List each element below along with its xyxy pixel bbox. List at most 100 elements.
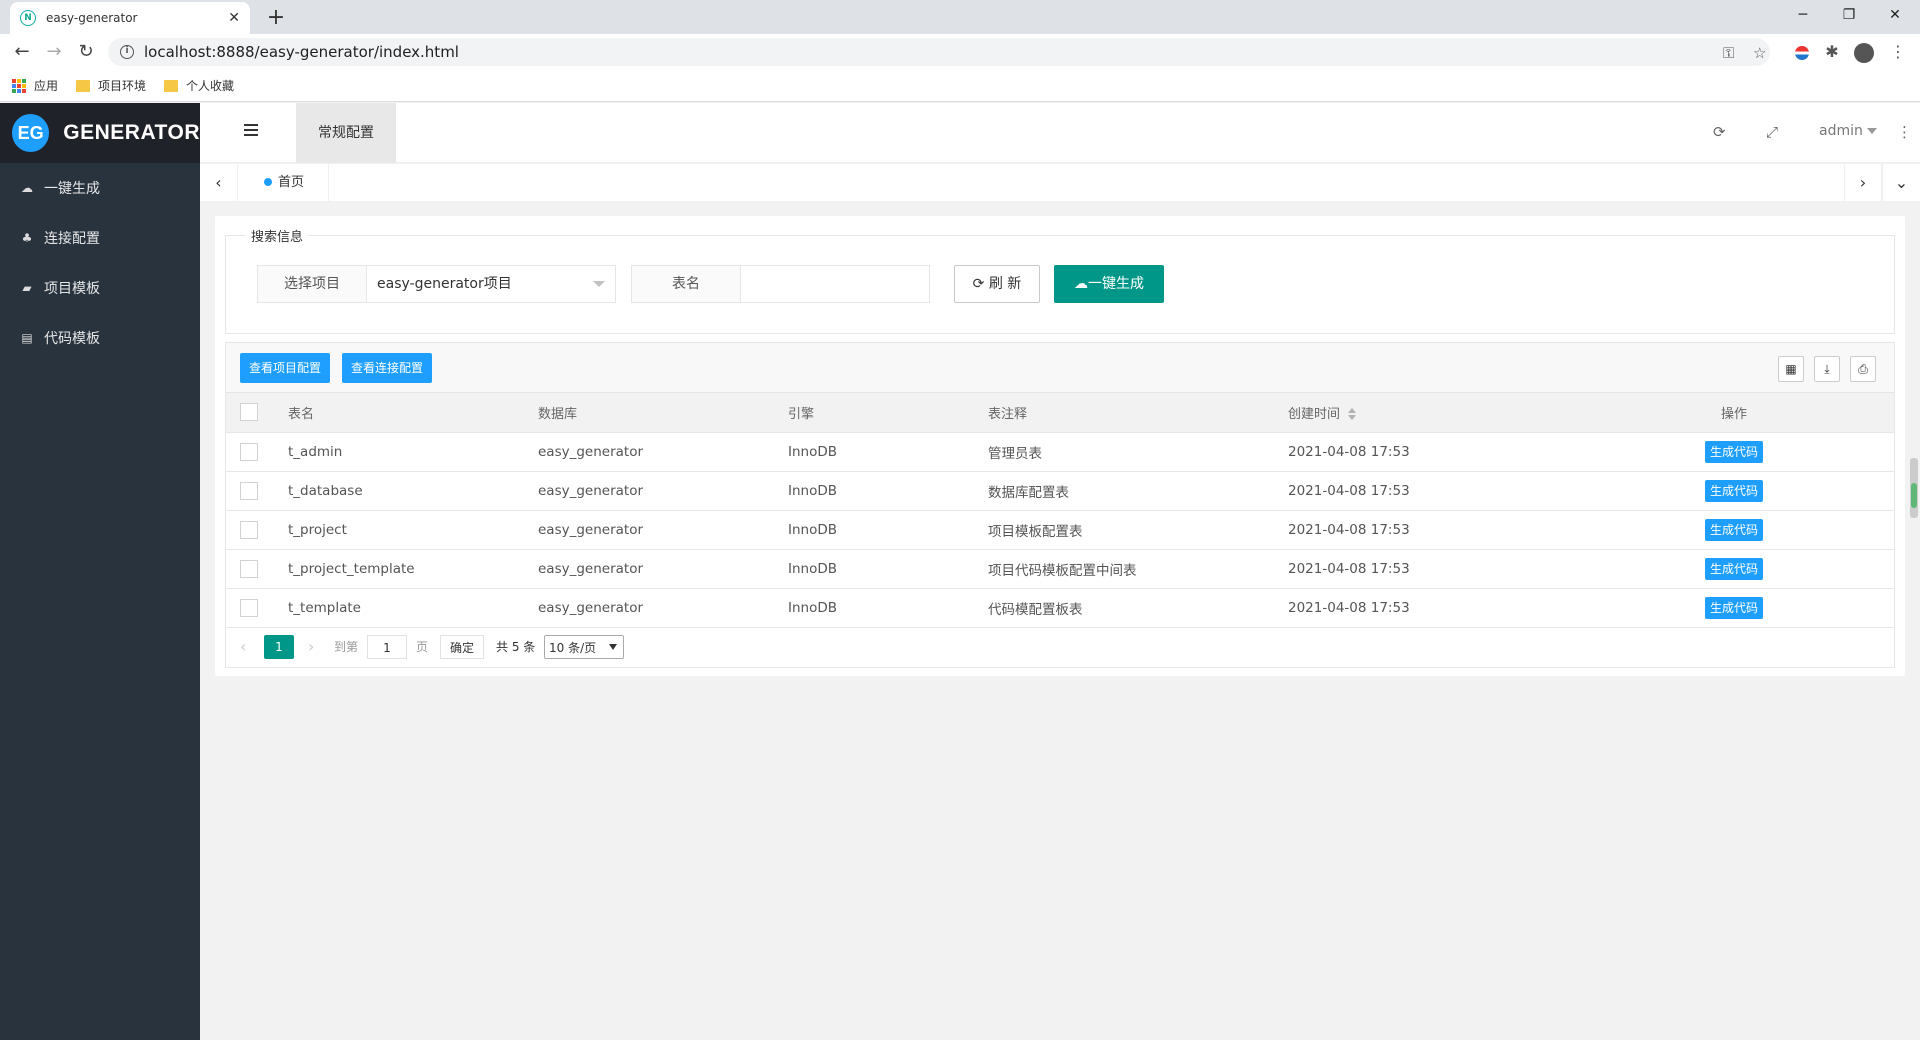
page-unit-label: 页 bbox=[416, 639, 429, 654]
bookmark-apps[interactable]: 应用 bbox=[12, 77, 58, 94]
tabs-scroll-right-icon[interactable]: › bbox=[1844, 164, 1882, 202]
current-page[interactable]: 1 bbox=[264, 634, 294, 659]
table-cell: InnoDB bbox=[774, 588, 974, 628]
key-icon[interactable]: ⚿ bbox=[1723, 44, 1734, 62]
table-name-label: 表名 bbox=[631, 265, 741, 303]
nav-tab-general-config[interactable]: 常规配置 bbox=[296, 103, 396, 163]
sidebar-item-project-template[interactable]: ▰ 项目模板 bbox=[0, 263, 200, 313]
tab-close-icon[interactable]: ✕ bbox=[228, 10, 240, 26]
generate-code-button[interactable]: 生成代码 bbox=[1704, 440, 1763, 463]
generate-code-button[interactable]: 生成代码 bbox=[1704, 479, 1763, 502]
menu-toggle-icon[interactable] bbox=[244, 124, 258, 138]
bookmark-folder-personal[interactable]: 个人收藏 bbox=[164, 77, 234, 94]
logo[interactable]: EG GENERATOR bbox=[0, 103, 200, 163]
goto-page-input[interactable]: 1 bbox=[367, 634, 407, 659]
table-cell: 数据库配置表 bbox=[974, 471, 1274, 511]
goto-confirm-button[interactable]: 确定 bbox=[440, 634, 485, 659]
sort-icon[interactable] bbox=[1348, 408, 1357, 421]
column-header: 操作 bbox=[1574, 393, 1894, 433]
table-cell: InnoDB bbox=[774, 510, 974, 550]
fullscreen-icon[interactable]: ⤢ bbox=[1766, 123, 1778, 141]
column-header: 表注释 bbox=[974, 393, 1274, 433]
table-name-input[interactable] bbox=[740, 265, 930, 303]
logo-badge: EG bbox=[12, 114, 50, 152]
action-cell: 生成代码 bbox=[1574, 510, 1894, 550]
search-legend: 搜索信息 bbox=[251, 230, 304, 245]
tab-home[interactable]: 首页 bbox=[238, 164, 330, 202]
profile-icon[interactable] bbox=[1852, 40, 1876, 64]
sidebar-item-connection[interactable]: ♣ 连接配置 bbox=[0, 213, 200, 263]
table-row: t_project easy_generator InnoDB 项目模板配置表 … bbox=[226, 510, 1894, 550]
refresh-icon[interactable]: ⟳ bbox=[1713, 123, 1726, 141]
column-header-label: 创建时间 bbox=[1288, 406, 1341, 422]
user-menu[interactable]: admin bbox=[1819, 123, 1877, 139]
window-close-icon[interactable]: ✕ bbox=[1872, 0, 1918, 30]
generate-code-button[interactable]: 生成代码 bbox=[1704, 596, 1763, 619]
address-bar[interactable]: i localhost:8888/easy-generator/index.ht… bbox=[108, 38, 1770, 66]
extension-flag-icon[interactable] bbox=[1790, 40, 1814, 64]
extensions-puzzle-icon[interactable]: ✱ bbox=[1820, 40, 1844, 64]
header: 常规配置 ⟳ ⤢ admin ⋮ bbox=[200, 103, 1920, 163]
row-checkbox-cell bbox=[226, 588, 274, 628]
refresh-icon: ⟳ bbox=[972, 276, 985, 292]
columns-filter-icon[interactable]: ▦ bbox=[1778, 356, 1804, 382]
bookmark-star-icon[interactable]: ☆ bbox=[1753, 44, 1766, 62]
forward-icon[interactable]: → bbox=[40, 38, 68, 66]
more-vertical-icon[interactable]: ⋮ bbox=[1897, 123, 1912, 141]
row-checkbox[interactable] bbox=[240, 481, 258, 500]
sidebar-item-generate[interactable]: ☁ 一键生成 bbox=[0, 163, 200, 213]
table-cell: easy_generator bbox=[524, 510, 774, 550]
folder-icon bbox=[76, 79, 91, 92]
back-icon[interactable]: ← bbox=[8, 38, 36, 66]
generate-code-button[interactable]: 生成代码 bbox=[1704, 557, 1763, 580]
prev-page-icon[interactable]: ‹ bbox=[240, 635, 246, 659]
row-checkbox[interactable] bbox=[240, 559, 258, 578]
sidebar-item-label: 代码模板 bbox=[44, 331, 100, 347]
row-checkbox[interactable] bbox=[240, 598, 258, 617]
bookmark-label: 个人收藏 bbox=[186, 79, 235, 93]
page-size-select[interactable]: 10 条/页 bbox=[544, 634, 624, 659]
cloud-download-icon: ☁ bbox=[21, 181, 33, 195]
table-cell: 2021-04-08 17:53 bbox=[1274, 588, 1574, 628]
caret-down-icon bbox=[609, 643, 617, 650]
minimize-icon[interactable]: ─ bbox=[1780, 0, 1826, 30]
table-header-row: 表名 数据库 引擎 表注释 创建时间 操作 bbox=[226, 393, 1894, 433]
table-cell: 管理员表 bbox=[974, 432, 1274, 472]
generate-all-button[interactable]: ☁一键生成 bbox=[1054, 265, 1164, 303]
sidebar-item-code-template[interactable]: ▤ 代码模板 bbox=[0, 313, 200, 363]
column-header-sortable[interactable]: 创建时间 bbox=[1274, 393, 1574, 433]
print-icon[interactable]: ⎙ bbox=[1850, 356, 1876, 382]
row-checkbox[interactable] bbox=[240, 520, 258, 539]
view-project-config-button[interactable]: 查看项目配置 bbox=[240, 353, 331, 383]
export-icon[interactable]: ⤓ bbox=[1814, 356, 1840, 382]
pagination: ‹ 1 › 到第 1 页 确定 共 5 条 10 条/页 bbox=[226, 628, 1894, 664]
view-connection-config-button[interactable]: 查看连接配置 bbox=[342, 353, 433, 383]
scroll-indicator[interactable] bbox=[1910, 458, 1918, 518]
bookmark-folder-project-env[interactable]: 项目环境 bbox=[76, 77, 146, 94]
table-cell: 2021-04-08 17:53 bbox=[1274, 549, 1574, 589]
site-info-icon[interactable]: i bbox=[120, 45, 134, 59]
page-size-value: 10 条/页 bbox=[549, 640, 597, 655]
favicon-icon: N bbox=[20, 10, 36, 26]
tabs-scroll-left-icon[interactable]: ‹ bbox=[200, 164, 238, 202]
project-select[interactable]: easy-generator项目 bbox=[366, 265, 616, 303]
row-checkbox[interactable] bbox=[240, 442, 258, 461]
refresh-button[interactable]: ⟳ 刷 新 bbox=[954, 265, 1040, 303]
new-tab-icon[interactable]: + bbox=[262, 4, 290, 32]
browser-tabstrip: N easy-generator ✕ + ─ ❐ ✕ bbox=[0, 0, 1920, 34]
column-header: 引擎 bbox=[774, 393, 974, 433]
table-row: t_template easy_generator InnoDB 代码模配置板表… bbox=[226, 588, 1894, 628]
select-all-checkbox[interactable] bbox=[240, 403, 258, 422]
browser-tab[interactable]: N easy-generator ✕ bbox=[10, 2, 250, 34]
reload-icon[interactable]: ↻ bbox=[72, 38, 100, 66]
total-count: 共 5 条 bbox=[496, 639, 536, 654]
restore-icon[interactable]: ❐ bbox=[1826, 0, 1872, 30]
next-page-icon[interactable]: › bbox=[308, 635, 314, 659]
tabs-dropdown-icon[interactable]: ⌄ bbox=[1882, 164, 1920, 202]
table-cell: easy_generator bbox=[524, 432, 774, 472]
generate-code-button[interactable]: 生成代码 bbox=[1704, 518, 1763, 541]
user-name: admin bbox=[1819, 123, 1863, 139]
browser-menu-icon[interactable]: ⋮ bbox=[1886, 40, 1910, 64]
logo-text: GENERATOR bbox=[63, 121, 200, 144]
table-cell: t_project_template bbox=[274, 549, 524, 589]
